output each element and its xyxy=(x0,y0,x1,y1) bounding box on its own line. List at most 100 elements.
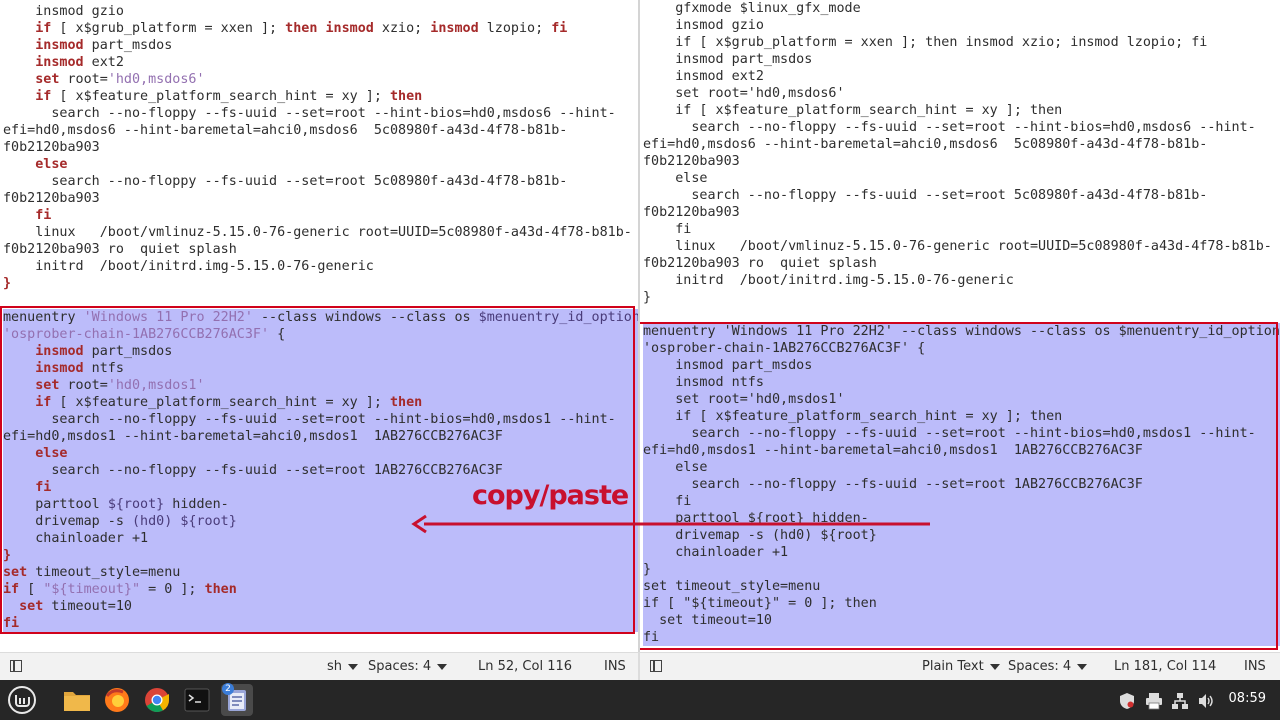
code-line[interactable]: set root='hd0,msdos6' xyxy=(643,85,1280,102)
code-line[interactable]: insmod part_msdos xyxy=(3,37,638,54)
code-line[interactable]: search --no-floppy --fs-uuid --set=root … xyxy=(3,105,638,122)
code-line[interactable]: efi=hd0,msdos1 --hint-baremetal=ahci0,ms… xyxy=(643,442,1280,459)
language-selector[interactable]: Plain Text xyxy=(922,659,1000,674)
code-line[interactable]: set root='hd0,msdos1' xyxy=(643,391,1280,408)
code-line[interactable]: fi xyxy=(643,629,1280,646)
code-line[interactable]: search --no-floppy --fs-uuid --set=root … xyxy=(643,119,1280,136)
code-line[interactable]: else xyxy=(643,459,1280,476)
code-token: hidden- xyxy=(164,497,229,512)
clock[interactable]: 08:59 xyxy=(1229,691,1266,706)
left-code-text[interactable]: insmod gzio if [ x$grub_platform = xxen … xyxy=(3,3,638,632)
spaces-selector[interactable]: Spaces: 4 xyxy=(1008,659,1088,674)
code-line[interactable]: linux /boot/vmlinuz-5.15.0-76-generic ro… xyxy=(3,224,638,241)
code-line[interactable]: insmod part_msdos xyxy=(3,343,638,360)
code-line[interactable]: if [ "${timeout}" = 0 ]; then xyxy=(643,595,1280,612)
code-line[interactable]: fi xyxy=(643,493,1280,510)
code-line[interactable]: else xyxy=(3,156,638,173)
left-editor-pane[interactable]: insmod gzio if [ x$grub_platform = xxen … xyxy=(0,0,638,652)
volume-icon[interactable] xyxy=(1197,692,1215,714)
code-token: search --no-floppy --fs-uuid --set=root … xyxy=(643,188,1208,203)
code-line[interactable]: menuentry 'Windows 11 Pro 22H2' --class … xyxy=(3,309,638,326)
code-line[interactable]: } xyxy=(3,547,638,564)
code-line[interactable]: 'osprober-chain-1AB276CCB276AC3F' { xyxy=(3,326,638,343)
code-token: = 0 ]; xyxy=(140,582,205,597)
code-token: 'Windows 11 Pro 22H2' xyxy=(83,310,253,325)
code-line[interactable]: set timeout=10 xyxy=(643,612,1280,629)
code-line[interactable]: menuentry 'Windows 11 Pro 22H2' --class … xyxy=(643,323,1280,340)
sidebar-toggle-icon[interactable] xyxy=(10,660,22,672)
code-line[interactable]: efi=hd0,msdos1 --hint-baremetal=ahci0,ms… xyxy=(3,428,638,445)
code-line[interactable]: search --no-floppy --fs-uuid --set=root … xyxy=(3,462,638,479)
code-line[interactable]: insmod ext2 xyxy=(643,68,1280,85)
code-line[interactable]: f0b2120ba903 ro quiet splash xyxy=(3,241,638,258)
code-token: menuentry 'Windows 11 Pro 22H2' --class … xyxy=(643,324,1280,339)
code-line[interactable]: initrd /boot/initrd.img-5.15.0-76-generi… xyxy=(643,272,1280,289)
code-line[interactable]: efi=hd0,msdos6 --hint-baremetal=ahci0,ms… xyxy=(3,122,638,139)
code-token: if xyxy=(3,582,20,597)
right-editor-pane[interactable]: gfxmode $linux_gfx_mode insmod gzio if [… xyxy=(640,0,1280,652)
code-token: then xyxy=(389,89,423,104)
spaces-selector[interactable]: Spaces: 4 xyxy=(368,659,448,674)
code-line[interactable] xyxy=(643,306,1280,323)
code-line[interactable] xyxy=(3,292,638,309)
code-line[interactable]: if [ x$feature_platform_search_hint = xy… xyxy=(643,102,1280,119)
code-line[interactable]: search --no-floppy --fs-uuid --set=root … xyxy=(3,173,638,190)
code-line[interactable]: set timeout=10 xyxy=(3,598,638,615)
code-line[interactable]: f0b2120ba903 xyxy=(3,139,638,156)
code-line[interactable]: f0b2120ba903 xyxy=(643,153,1280,170)
code-line[interactable]: } xyxy=(643,561,1280,578)
network-icon[interactable] xyxy=(1171,692,1189,714)
language-selector[interactable]: sh xyxy=(327,659,359,674)
code-line[interactable]: efi=hd0,msdos6 --hint-baremetal=ahci0,ms… xyxy=(643,136,1280,153)
code-line[interactable]: set root='hd0,msdos1' xyxy=(3,377,638,394)
code-line[interactable]: else xyxy=(643,170,1280,187)
code-line[interactable]: else xyxy=(3,445,638,462)
firefox-icon[interactable] xyxy=(101,684,133,716)
code-line[interactable]: insmod part_msdos xyxy=(643,51,1280,68)
code-line[interactable]: insmod gzio xyxy=(643,17,1280,34)
code-token: ntfs xyxy=(83,361,124,376)
code-line[interactable]: set root='hd0,msdos6' xyxy=(3,71,638,88)
code-token: fi xyxy=(643,630,660,645)
code-line[interactable]: set timeout_style=menu xyxy=(643,578,1280,595)
code-line[interactable]: if [ "${timeout}" = 0 ]; then xyxy=(3,581,638,598)
code-line[interactable]: if [ x$grub_platform = xxen ]; then insm… xyxy=(3,20,638,37)
code-line[interactable]: if [ x$feature_platform_search_hint = xy… xyxy=(3,88,638,105)
code-line[interactable]: insmod ntfs xyxy=(643,374,1280,391)
code-line[interactable]: search --no-floppy --fs-uuid --set=root … xyxy=(643,476,1280,493)
code-line[interactable]: fi xyxy=(3,615,638,632)
code-line[interactable]: search --no-floppy --fs-uuid --set=root … xyxy=(643,187,1280,204)
terminal-icon[interactable] xyxy=(181,684,213,716)
code-line[interactable]: insmod ntfs xyxy=(3,360,638,377)
code-line[interactable]: insmod part_msdos xyxy=(643,357,1280,374)
sidebar-toggle-icon[interactable] xyxy=(650,660,662,672)
code-line[interactable]: if [ x$feature_platform_search_hint = xy… xyxy=(643,408,1280,425)
code-line[interactable]: set timeout_style=menu xyxy=(3,564,638,581)
code-token: set timeout=10 xyxy=(643,613,772,628)
code-line[interactable]: fi xyxy=(3,207,638,224)
code-line[interactable]: search --no-floppy --fs-uuid --set=root … xyxy=(643,425,1280,442)
code-line[interactable]: search --no-floppy --fs-uuid --set=root … xyxy=(3,411,638,428)
code-line[interactable]: chainloader +1 xyxy=(643,544,1280,561)
code-line[interactable]: 'osprober-chain-1AB276CCB276AC3F' { xyxy=(643,340,1280,357)
code-line[interactable]: insmod gzio xyxy=(3,3,638,20)
code-line[interactable]: f0b2120ba903 xyxy=(3,190,638,207)
code-token: insmod ext2 xyxy=(643,69,764,84)
code-line[interactable]: if [ x$grub_platform = xxen ]; then insm… xyxy=(643,34,1280,51)
code-line[interactable]: f0b2120ba903 xyxy=(643,204,1280,221)
code-line[interactable]: } xyxy=(3,275,638,292)
files-folder-icon[interactable] xyxy=(61,684,93,716)
code-line[interactable]: gfxmode $linux_gfx_mode xyxy=(643,0,1280,17)
code-line[interactable]: fi xyxy=(643,221,1280,238)
code-line[interactable]: } xyxy=(643,289,1280,306)
code-line[interactable]: linux /boot/vmlinuz-5.15.0-76-generic ro… xyxy=(643,238,1280,255)
right-code-text[interactable]: gfxmode $linux_gfx_mode insmod gzio if [… xyxy=(643,0,1280,646)
chrome-icon[interactable] xyxy=(141,684,173,716)
code-line[interactable]: initrd /boot/initrd.img-5.15.0-76-generi… xyxy=(3,258,638,275)
code-line[interactable]: if [ x$feature_platform_search_hint = xy… xyxy=(3,394,638,411)
shield-icon[interactable] xyxy=(1118,692,1136,714)
mint-menu-icon[interactable] xyxy=(6,684,38,716)
code-line[interactable]: insmod ext2 xyxy=(3,54,638,71)
printer-icon[interactable] xyxy=(1145,692,1163,714)
code-line[interactable]: f0b2120ba903 ro quiet splash xyxy=(643,255,1280,272)
